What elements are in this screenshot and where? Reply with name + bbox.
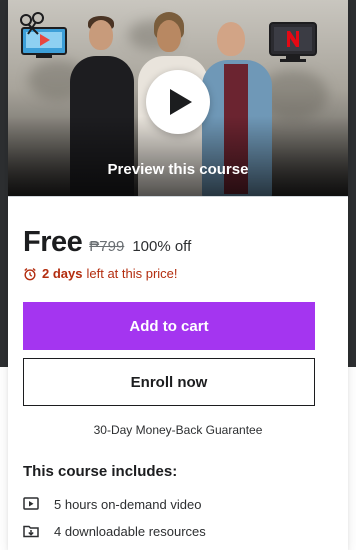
original-price: ₱799 — [89, 238, 125, 255]
price-timer: 2 days left at this price! — [23, 266, 178, 281]
timer-rest: left at this price! — [86, 266, 178, 281]
price-row: Free ₱799 100% off — [23, 226, 191, 259]
download-folder-icon — [23, 523, 39, 539]
netflix-tv-icon — [269, 22, 317, 62]
video-icon — [23, 496, 39, 512]
course-preview-video[interactable]: Preview this course — [8, 0, 348, 197]
includes-item-resources: 4 downloadable resources — [23, 523, 206, 539]
video-editing-icon — [20, 12, 67, 58]
play-icon — [170, 89, 192, 115]
enroll-now-button[interactable]: Enroll now — [23, 358, 315, 406]
includes-item-label: 4 downloadable resources — [54, 523, 206, 539]
includes-title: This course includes: — [23, 463, 178, 480]
includes-item-video: 5 hours on-demand video — [23, 496, 201, 512]
play-button[interactable] — [146, 70, 210, 134]
money-back-guarantee: 30-Day Money-Back Guarantee — [93, 423, 263, 437]
preview-label: Preview this course — [107, 161, 249, 178]
alarm-clock-icon — [24, 267, 36, 280]
includes-item-label: 5 hours on-demand video — [54, 496, 202, 512]
timer-days: 2 days — [42, 266, 83, 281]
discount-percent: 100% off — [132, 238, 192, 255]
current-price: Free — [23, 226, 83, 258]
add-to-cart-button[interactable]: Add to cart — [23, 302, 315, 350]
